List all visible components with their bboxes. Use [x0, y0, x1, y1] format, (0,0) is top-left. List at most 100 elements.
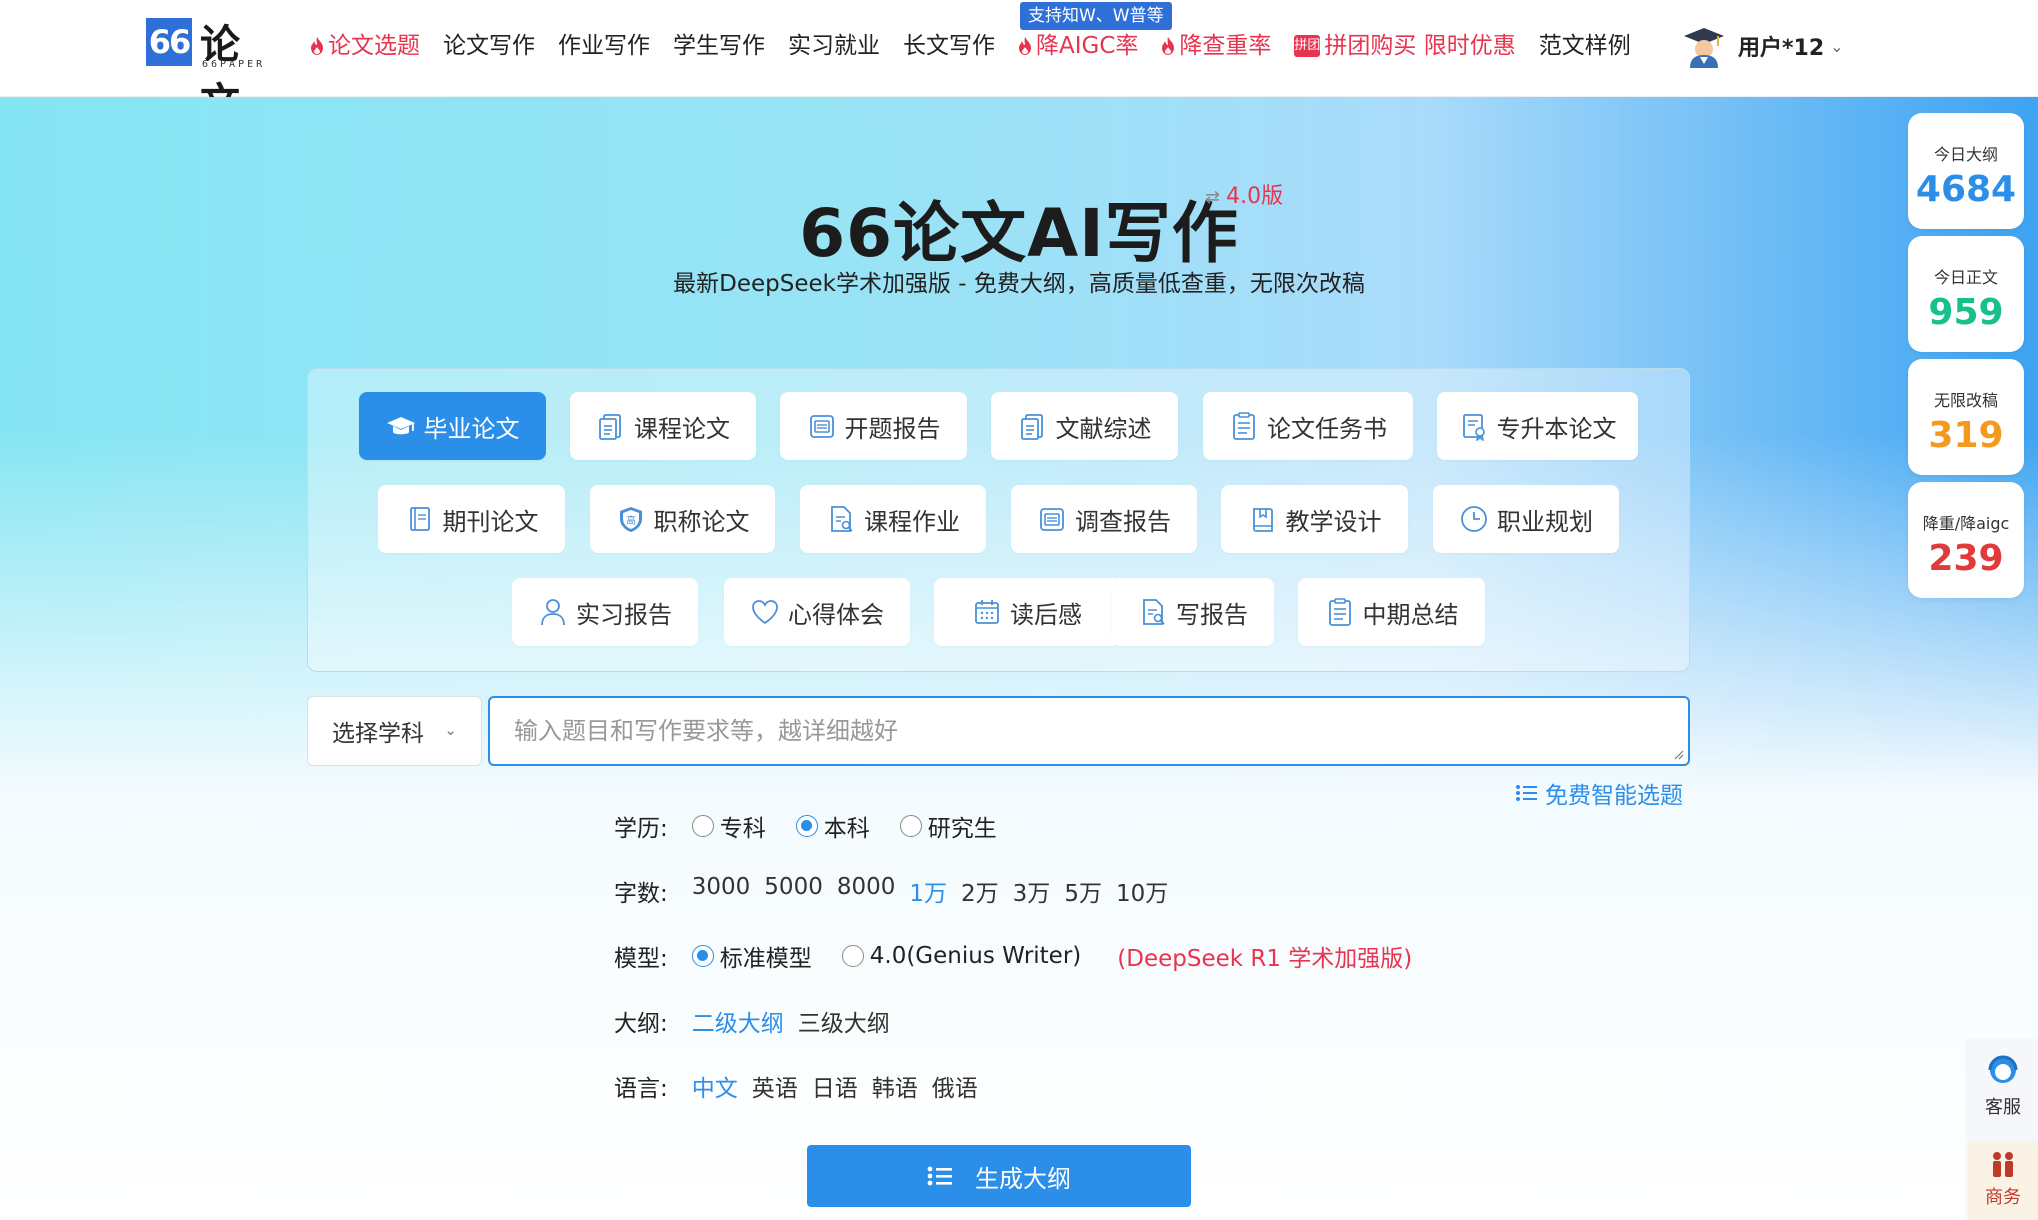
business-button[interactable]: 商务	[1968, 1142, 2038, 1220]
category-9[interactable]: 调查报告	[1011, 485, 1197, 553]
category-13[interactable]: 心得体会	[724, 578, 910, 646]
nav-item-4[interactable]: 实习就业	[788, 28, 880, 64]
word-opts-option-4[interactable]: 2万	[961, 874, 999, 908]
generate-outline-button[interactable]: 生成大纲	[807, 1145, 1191, 1207]
category-5[interactable]: 专升本论文	[1437, 392, 1638, 460]
radio-circle-icon	[795, 815, 818, 837]
nav-item-0[interactable]: 论文选题	[310, 28, 420, 64]
lang-opts-option-1[interactable]: 英语	[752, 1069, 798, 1103]
model-opts-radio-1[interactable]: 4.0(Genius Writer)	[841, 943, 1082, 969]
customer-service-label: 客服	[1985, 1097, 2021, 1118]
generate-outline-label: 生成大纲	[975, 1164, 1071, 1193]
stat-card-1: 今日正文 959	[1908, 236, 2024, 352]
nav-item-label: 降AIGC率	[1036, 33, 1139, 59]
word-opts-option-7[interactable]: 10万	[1116, 874, 1168, 908]
calendar-icon	[975, 600, 999, 624]
subject-select[interactable]: 选择学科 ⌄	[307, 696, 482, 766]
document-icon	[1020, 414, 1043, 440]
category-label: 教学设计	[1285, 507, 1382, 536]
category-16[interactable]: 中期总结	[1298, 578, 1485, 646]
word-count-row: 字数: 3000 5000 8000 1万 2万 3万 5万 10万	[614, 873, 1182, 909]
nav-item-9[interactable]: 范文样例	[1539, 28, 1631, 64]
word-opts-option-6[interactable]: 5万	[1064, 874, 1102, 908]
radio-label: 4.0(Genius Writer)	[869, 943, 1082, 969]
user-menu[interactable]: 用户*12 ⌄	[1682, 22, 1844, 70]
nav-item-label: 拼团购买 限时优惠	[1324, 33, 1516, 59]
book-icon	[1252, 508, 1273, 532]
smart-topic-link[interactable]: 免费智能选题	[1515, 776, 1683, 810]
logo-badge: 66	[146, 18, 192, 66]
people-icon	[1993, 1152, 2013, 1177]
stat-value: 239	[1928, 538, 2004, 579]
category-10[interactable]: 教学设计	[1221, 485, 1408, 553]
radio-label: 专科	[719, 816, 766, 842]
nav-item-5[interactable]: 长文写作	[903, 28, 995, 64]
subject-select-label: 选择学科	[332, 721, 424, 747]
version-label: ⇄ 4.0版	[1205, 178, 1283, 210]
word-opts-option-0[interactable]: 3000	[692, 874, 751, 908]
outline-opts-option-0[interactable]: 二级大纲	[692, 1004, 784, 1038]
edu-opts-radio-1[interactable]: 本科	[795, 809, 870, 843]
lang-opts-option-0[interactable]: 中文	[692, 1069, 738, 1103]
category-14[interactable]: 读后感	[934, 578, 1120, 646]
category-1[interactable]: 课程论文	[570, 392, 756, 460]
business-label: 商务	[1985, 1187, 2021, 1208]
radio-circle-icon	[899, 815, 922, 837]
word-opts-option-2[interactable]: 8000	[837, 874, 896, 908]
lang-opts-option-2[interactable]: 日语	[812, 1069, 858, 1103]
category-15[interactable]: 写报告	[1112, 578, 1274, 646]
svg-text:高: 高	[626, 514, 636, 527]
category-label: 期刊论文	[442, 507, 539, 536]
resize-handle-icon[interactable]	[1674, 750, 1684, 760]
category-4[interactable]: 论文任务书	[1203, 392, 1413, 460]
nav-item-8[interactable]: 拼团 拼团购买 限时优惠	[1294, 28, 1516, 64]
category-label: 毕业论文	[423, 414, 520, 443]
nav-item-6[interactable]: 降AIGC率	[1018, 28, 1138, 64]
site-logo[interactable]: 66 论文 66PAPER	[146, 16, 276, 126]
category-7[interactable]: 高 职称论文	[590, 485, 775, 553]
model-opts-radio-0[interactable]: 标准模型	[691, 939, 812, 973]
category-label: 论文任务书	[1267, 414, 1387, 443]
user-icon	[541, 599, 565, 626]
category-label: 心得体会	[788, 600, 884, 629]
edu-opts-radio-0[interactable]: 专科	[691, 809, 766, 843]
category-11[interactable]: 职业规划	[1433, 485, 1619, 553]
list-icon	[927, 1166, 952, 1186]
nav-item-2[interactable]: 作业写作	[558, 28, 650, 64]
lang-opts-option-4[interactable]: 俄语	[932, 1069, 978, 1103]
nav-item-1[interactable]: 论文写作	[443, 28, 535, 64]
radio-label: 标准模型	[719, 946, 812, 972]
language-label: 语言:	[614, 1076, 668, 1102]
word-opts-option-5[interactable]: 3万	[1013, 874, 1051, 908]
category-2[interactable]: 开题报告	[780, 392, 967, 460]
category-6[interactable]: 期刊论文	[378, 485, 565, 553]
stat-label: 无限改稿	[1933, 391, 1998, 410]
category-0[interactable]: 毕业论文	[359, 392, 546, 460]
chevron-down-icon: ⌄	[444, 721, 457, 739]
category-8[interactable]: 课程作业	[800, 485, 986, 553]
file-search-icon	[1143, 599, 1165, 625]
radio-label: 本科	[823, 816, 870, 842]
nav-item-7[interactable]: 降查重率	[1161, 28, 1271, 64]
edu-opts-radio-2[interactable]: 研究生	[899, 809, 997, 843]
category-label: 文献综述	[1055, 414, 1152, 443]
outline-opts-option-1[interactable]: 三级大纲	[798, 1004, 890, 1038]
graduation-cap-icon	[386, 417, 415, 435]
language-row: 语言: 中文 英语 日语 韩语 俄语	[614, 1068, 992, 1104]
switch-icon: ⇄	[1205, 187, 1221, 208]
radio-circle-icon	[691, 945, 714, 967]
nav-item-3[interactable]: 学生写作	[673, 28, 765, 64]
category-12[interactable]: 实习报告	[512, 578, 698, 646]
category-3[interactable]: 文献综述	[991, 392, 1178, 460]
stat-label: 今日大纲	[1933, 145, 1998, 164]
topic-input[interactable]: 输入题目和写作要求等，越详细越好	[488, 696, 1690, 766]
radio-label: 研究生	[927, 816, 997, 842]
lang-opts-option-3[interactable]: 韩语	[872, 1069, 918, 1103]
nav-item-label: 论文选题	[328, 33, 420, 59]
customer-service-button[interactable]: 客服	[1968, 1040, 2038, 1140]
category-label: 职业规划	[1497, 507, 1593, 536]
word-opts-option-1[interactable]: 5000	[764, 874, 823, 908]
word-opts-option-3[interactable]: 1万	[909, 874, 947, 908]
user-name: 用户*12	[1738, 36, 1825, 61]
radio-circle-icon	[691, 815, 714, 837]
